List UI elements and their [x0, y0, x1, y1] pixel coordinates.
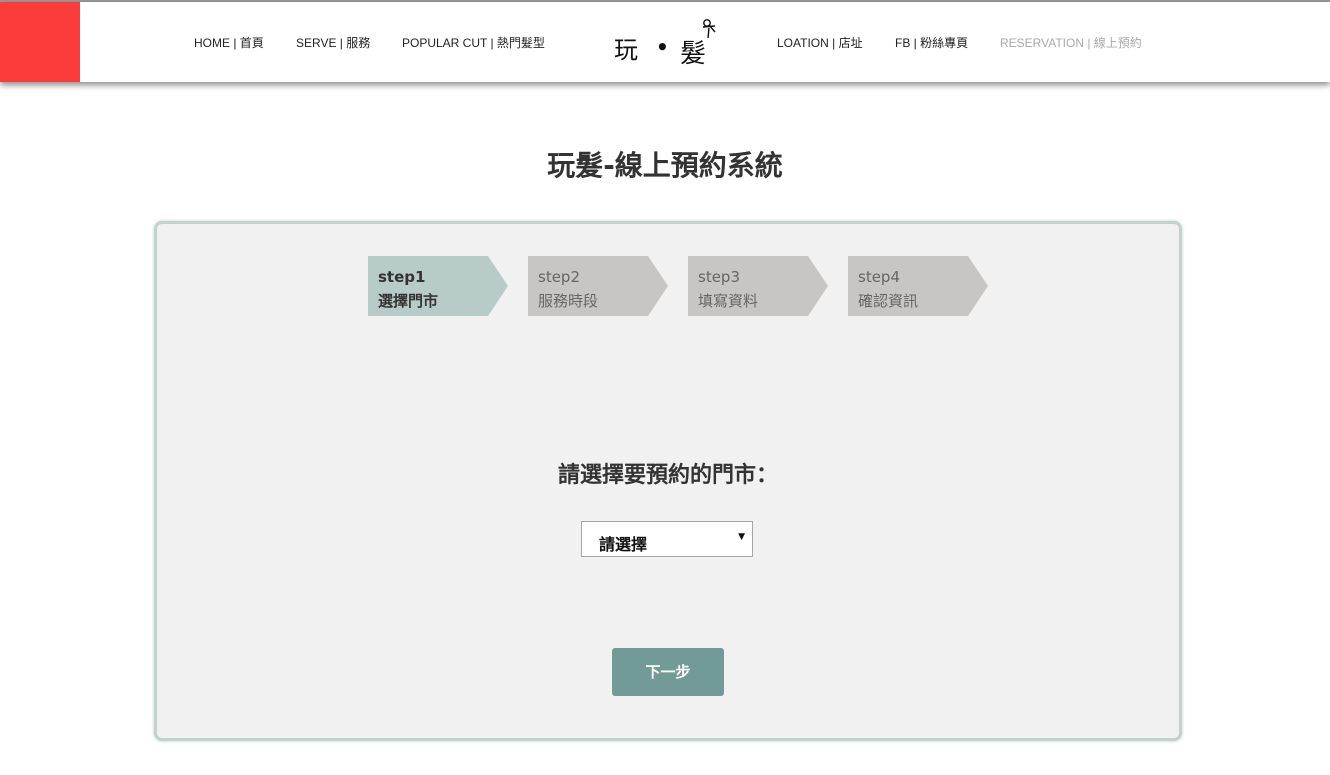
brand-color-block: [0, 2, 80, 82]
nav-reservation-link[interactable]: RESERVATION | 線上預約: [1000, 34, 1142, 51]
logo-char-play: 玩: [614, 36, 638, 64]
step-label: 填寫資料: [698, 292, 759, 310]
step-number: step2: [538, 268, 580, 286]
nav-popular-cut-link[interactable]: POPULAR CUT | 熱門髮型: [402, 34, 545, 51]
nav-home-link[interactable]: HOME | 首頁: [194, 34, 264, 51]
nav-serve-link[interactable]: SERVE | 服務: [296, 34, 370, 51]
site-logo[interactable]: 玩 • 髮: [612, 14, 722, 70]
step-number: step4: [858, 268, 900, 286]
logo-char-hair: 髮: [680, 39, 706, 69]
store-question: 請選擇要預約的門市：: [557, 463, 778, 488]
step-number: step3: [698, 268, 740, 286]
store-select-value: 請選擇: [599, 535, 648, 554]
step-number: step1: [378, 268, 426, 286]
page-title: 玩髮-線上預約系統: [547, 149, 783, 182]
step-1-select-store: step1 選擇門市: [368, 256, 508, 316]
scissors-icon: 玩 • 髮: [614, 19, 716, 69]
logo-dot: •: [656, 35, 669, 59]
nav-fb-link[interactable]: FB | 粉絲專頁: [895, 34, 968, 51]
step-3-fill-info: step3 填寫資料: [688, 256, 828, 316]
chevron-down-icon: ▼: [738, 532, 745, 542]
step-4-confirm: step4 確認資訊: [848, 256, 988, 316]
step-label: 選擇門市: [378, 292, 439, 310]
step-label: 服務時段: [538, 292, 599, 310]
store-select[interactable]: 請選擇 ▼: [581, 521, 753, 557]
step-label: 確認資訊: [858, 292, 919, 310]
nav-location-link[interactable]: LOATION | 店址: [777, 34, 863, 51]
step-2-service-time: step2 服務時段: [528, 256, 668, 316]
site-header: HOME | 首頁 SERVE | 服務 POPULAR CUT | 熱門髮型 …: [0, 2, 1330, 82]
reservation-panel: step1 選擇門市 step2 服務時段 step3 填寫資料 step4 確…: [154, 221, 1182, 741]
next-step-button[interactable]: 下一步: [612, 648, 724, 696]
